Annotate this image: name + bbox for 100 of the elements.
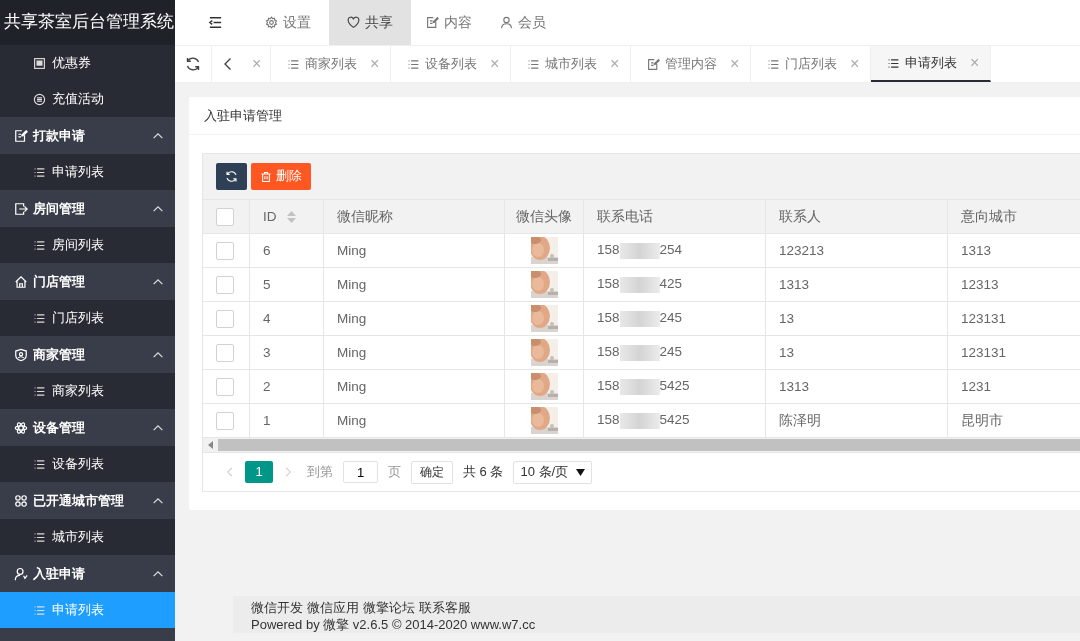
checkbox[interactable] xyxy=(216,377,234,396)
horizontal-scrollbar[interactable] xyxy=(203,438,1080,453)
card-title: 入驻申请管理 xyxy=(189,97,1080,135)
table-cell: Ming xyxy=(337,345,367,360)
table-cell: 158 xyxy=(597,344,620,360)
table-cell: 1313 xyxy=(961,243,992,258)
sidebar-item[interactable]: 充值活动 xyxy=(0,81,175,117)
nav-item[interactable]: 会员 xyxy=(490,0,564,45)
sidebar-item[interactable]: 城市列表 xyxy=(0,519,175,555)
sidebar-group[interactable]: 已开通城市管理 xyxy=(0,482,175,519)
edit-icon xyxy=(14,128,28,143)
user-icon xyxy=(14,566,28,581)
page-size-select[interactable]: 10 条/页 xyxy=(513,460,593,484)
edit-icon xyxy=(647,57,660,71)
footer-link[interactable]: 微信开发 xyxy=(251,599,303,617)
scrollbar-thumb[interactable] xyxy=(218,439,1080,451)
table-cell: 6 xyxy=(263,243,271,258)
refresh-button[interactable] xyxy=(216,163,247,190)
table-cell: 245 xyxy=(659,310,683,326)
gear-icon xyxy=(265,16,278,29)
sidebar-group[interactable]: 商家管理 xyxy=(0,336,175,373)
table-cell: 12313 xyxy=(961,277,999,292)
trash-icon xyxy=(260,170,272,183)
table-cell: Ming xyxy=(337,413,367,428)
page-button[interactable]: 1 xyxy=(245,461,273,483)
table-cell: 123131 xyxy=(961,311,1007,326)
column-header[interactable]: 微信昵称 xyxy=(337,208,393,224)
door-arrow-icon xyxy=(14,201,28,216)
table-cell: 123213 xyxy=(779,243,825,258)
nav-item[interactable]: 内容 xyxy=(416,0,490,45)
footer-link[interactable]: 联系客服 xyxy=(419,599,471,617)
heart-icon xyxy=(347,16,360,29)
table-cell: 1231 xyxy=(961,379,992,394)
footer-link[interactable]: 微擎论坛 xyxy=(363,599,415,617)
sidebar-group[interactable]: 入驻申请 xyxy=(0,555,175,592)
table-cell: 158 xyxy=(597,310,620,326)
sidebar-item[interactable]: 商家列表 xyxy=(0,373,175,409)
sidebar-group[interactable]: 门店管理 xyxy=(0,263,175,300)
square-icon xyxy=(33,56,46,70)
tab[interactable]: 申请列表 × xyxy=(871,46,991,82)
column-header[interactable]: 联系电话 xyxy=(597,208,653,224)
blurred-region xyxy=(619,310,660,327)
delete-button[interactable]: 删除 xyxy=(251,163,311,190)
table-cell: Ming xyxy=(337,311,367,326)
table-cell: 158 xyxy=(597,378,620,394)
sidebar-item[interactable]: 设备列表 xyxy=(0,446,175,482)
sidebar-item[interactable]: 优惠券 xyxy=(0,45,175,81)
checkbox[interactable] xyxy=(216,275,234,294)
confirm-button[interactable]: 确定 xyxy=(411,460,453,484)
table-cell: Ming xyxy=(337,243,367,258)
atom-icon xyxy=(14,420,28,435)
blurred-region xyxy=(619,242,660,259)
nav-item[interactable]: 共享 xyxy=(329,0,411,45)
checkbox[interactable] xyxy=(216,241,234,260)
grid-icon xyxy=(14,493,28,508)
page-input[interactable]: 1 xyxy=(343,461,378,483)
sidebar-item[interactable]: 房间列表 xyxy=(0,227,175,263)
table-cell: 2 xyxy=(263,379,271,394)
scroll-left-icon[interactable] xyxy=(208,441,213,449)
column-header[interactable]: ID xyxy=(263,209,277,224)
dropdown-icon xyxy=(576,468,586,476)
table-cell: 254 xyxy=(659,242,683,258)
sort-icon[interactable] xyxy=(286,211,296,224)
goto-label: 到第 xyxy=(307,463,333,481)
column-header[interactable]: 意向城市 xyxy=(961,208,1017,224)
footer-link[interactable]: 微信应用 xyxy=(307,599,359,617)
table-cell: 5 xyxy=(263,277,271,292)
tab[interactable]: 商家列表 × xyxy=(271,46,391,82)
sidebar-item[interactable]: 门店列表 xyxy=(0,300,175,336)
table-cell: 425 xyxy=(659,276,683,292)
sidebar-group[interactable]: 设备管理 xyxy=(0,409,175,446)
person-icon xyxy=(500,16,513,29)
sidebar-group[interactable]: 打款申请 xyxy=(0,117,175,154)
tab[interactable]: 城市列表 × xyxy=(511,46,631,82)
table-cell: 1 xyxy=(263,413,271,428)
table-cell: 158 xyxy=(597,242,620,258)
checkbox[interactable] xyxy=(216,207,234,226)
shield-icon xyxy=(14,347,28,362)
sidebar-item[interactable]: 申请列表 xyxy=(0,592,175,628)
checkbox[interactable] xyxy=(216,343,234,362)
tab[interactable]: 管理内容 × xyxy=(631,46,751,82)
table-cell: 5425 xyxy=(659,412,690,428)
checkbox[interactable] xyxy=(216,309,234,328)
blurred-region xyxy=(619,378,660,395)
refresh-icon xyxy=(225,170,238,183)
table-cell: 245 xyxy=(659,344,683,360)
column-header[interactable]: 联系人 xyxy=(779,208,821,224)
sidebar-item[interactable]: 申请列表 xyxy=(0,154,175,190)
total-count: 共 6 条 xyxy=(463,463,504,481)
table-cell: 3 xyxy=(263,345,271,360)
nav-item[interactable]: 设置 xyxy=(255,0,329,45)
table-cell: 昆明市 xyxy=(961,412,1003,428)
powered-by-text: Powered by 微擎 v2.6.5 © 2014-2020 www.w7.cc xyxy=(251,617,537,633)
tab[interactable]: 设备列表 × xyxy=(391,46,511,82)
checkbox[interactable] xyxy=(216,411,234,430)
sidebar-group[interactable]: 房间管理 xyxy=(0,190,175,227)
table-cell: Ming xyxy=(337,379,367,394)
circle-list-icon xyxy=(33,92,46,106)
menu-icon xyxy=(207,15,223,30)
edit-icon xyxy=(426,16,439,29)
